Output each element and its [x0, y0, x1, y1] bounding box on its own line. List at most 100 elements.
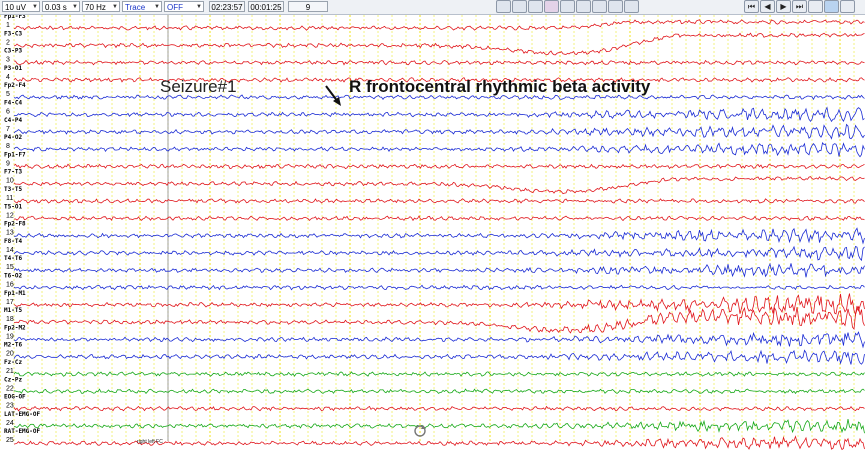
eeg-trace-8: [13, 142, 865, 158]
channel-label: Fp2-F4: [4, 82, 26, 89]
eeg-trace-11: [13, 198, 865, 204]
toolbar-icon-5[interactable]: [560, 0, 575, 13]
channel-number: 25: [6, 437, 14, 444]
eeg-trace-12: [13, 215, 865, 222]
channel-number: 21: [6, 368, 14, 375]
channel-label: P4-O2: [4, 134, 22, 141]
filter-select[interactable]: 70 Hz ▼: [82, 1, 120, 12]
toolbar-icon-7[interactable]: [592, 0, 607, 13]
channel-label: Cz-Pz: [4, 376, 22, 383]
mode-value: Trace: [125, 3, 146, 12]
channel-label: F8-T4: [4, 238, 22, 245]
eeg-trace-3: [13, 59, 865, 66]
toolbar-icon-8[interactable]: [608, 0, 623, 13]
channel-number: 18: [6, 316, 14, 323]
chevron-down-icon: ▼: [32, 4, 38, 10]
eeg-trace-13: [13, 227, 865, 245]
channel-label: M1-T5: [4, 307, 22, 314]
eeg-trace-17: [13, 293, 865, 317]
channel-number: 1: [6, 22, 10, 29]
chevron-down-icon: ▼: [196, 4, 202, 10]
eeg-trace-19: [13, 331, 865, 349]
eeg-trace-2: [13, 32, 865, 56]
next-page-icon[interactable]: ▶: [776, 0, 791, 13]
previous-page-icon[interactable]: ◀: [760, 0, 775, 13]
channel-number: 10: [6, 178, 14, 185]
channel-label: T4-T6: [4, 255, 22, 262]
channel-label: EOG-OF: [4, 394, 26, 401]
eeg-trace-6: [13, 106, 865, 123]
channel-label: Fp2-F8: [4, 221, 26, 228]
channel-number: 13: [6, 230, 14, 237]
channel-number: 11: [6, 195, 13, 202]
notch-value: OFF: [167, 3, 183, 12]
sensitivity-select[interactable]: 10 uV ▼: [2, 1, 40, 12]
channel-number: 20: [6, 351, 14, 358]
channel-label: Fz-Cz: [4, 359, 22, 366]
channel-label: T6-O2: [4, 273, 22, 280]
channel-number: 14: [6, 247, 14, 254]
chevron-down-icon: ▼: [112, 4, 118, 10]
channel-label: T3-T5: [4, 186, 22, 193]
channel-label: F7-T3: [4, 169, 22, 176]
eeg-trace-24: [13, 419, 865, 434]
toolbar: 10 uV ▼ 0.03 s ▼ 70 Hz ▼ Trace ▼ OFF ▼ 02:23:…: [0, 0, 865, 15]
first-page-icon[interactable]: ⏮: [744, 0, 759, 13]
eeg-trace-20: [13, 349, 865, 365]
toolbar-icon-9[interactable]: [624, 0, 639, 13]
channel-label: Fp2-M2: [4, 324, 26, 331]
time-constant-value: 0.03 s: [45, 3, 67, 12]
beta-activity-annotation: R frontocentral rhythmic beta activity: [349, 77, 651, 96]
channel-number: 16: [6, 282, 14, 289]
channel-number: 24: [6, 420, 14, 427]
channel-label: LAT-EMG-OF: [4, 411, 41, 418]
toolbar-icon-3[interactable]: [528, 0, 543, 13]
mode-select[interactable]: Trace ▼: [122, 1, 162, 12]
toolbar-icon-6[interactable]: [576, 0, 591, 13]
waveform-view-icon[interactable]: [824, 0, 839, 13]
toolbar-icon-nav5[interactable]: [808, 0, 823, 13]
eeg-trace-9: [13, 163, 865, 170]
eeg-trace-21: [13, 371, 865, 377]
channel-label: Fp1-F7: [4, 151, 26, 158]
channel-number: 9: [6, 160, 10, 167]
eeg-trace-1: [13, 19, 865, 31]
eeg-trace-23: [13, 405, 865, 412]
channel-number: 7: [6, 126, 10, 133]
arrow-icon: [325, 85, 341, 106]
toolbar-icon-2[interactable]: [512, 0, 527, 13]
notch-select[interactable]: OFF ▼: [164, 1, 204, 12]
channel-number: 6: [6, 109, 10, 116]
eeg-trace-7: [13, 123, 865, 140]
toolbar-icon-nav7[interactable]: [840, 0, 855, 13]
eeg-trace-16: [13, 284, 865, 291]
refresh-icon[interactable]: [413, 424, 427, 438]
toolbar-icon-1[interactable]: [496, 0, 511, 13]
chevron-down-icon: ▼: [72, 4, 78, 10]
eeg-trace-14: [13, 245, 865, 262]
time-constant-select[interactable]: 0.03 s ▼: [42, 1, 80, 12]
channel-number: 3: [6, 57, 10, 64]
channel-number: 5: [6, 91, 10, 98]
footer-note: right left FC: [137, 439, 163, 445]
sensitivity-value: 10 uV: [5, 3, 26, 12]
clock-time-display: 02:23:57: [209, 1, 245, 12]
page-number-display: 9: [288, 1, 328, 12]
channel-label: C4-P4: [4, 117, 22, 124]
eeg-trace-10: [13, 176, 865, 195]
channel-number: 4: [6, 74, 10, 81]
channel-number: 23: [6, 403, 14, 410]
channel-label: T5-O1: [4, 203, 22, 210]
seizure-annotation: Seizure#1: [160, 77, 237, 96]
channel-number: 2: [6, 39, 10, 46]
channel-label: RAT-EMG-OF: [4, 428, 41, 435]
last-page-icon[interactable]: ⏭: [792, 0, 807, 13]
channel-label: M2-T6: [4, 342, 22, 349]
channel-number: 22: [6, 385, 14, 392]
chart-icon[interactable]: [544, 0, 559, 13]
channel-number: 8: [6, 143, 10, 150]
filter-value: 70 Hz: [85, 3, 106, 12]
eeg-trace-22: [13, 388, 865, 395]
channel-label: Fp1-F3: [4, 15, 26, 20]
elapsed-time-display: 00:01:25: [248, 1, 284, 12]
